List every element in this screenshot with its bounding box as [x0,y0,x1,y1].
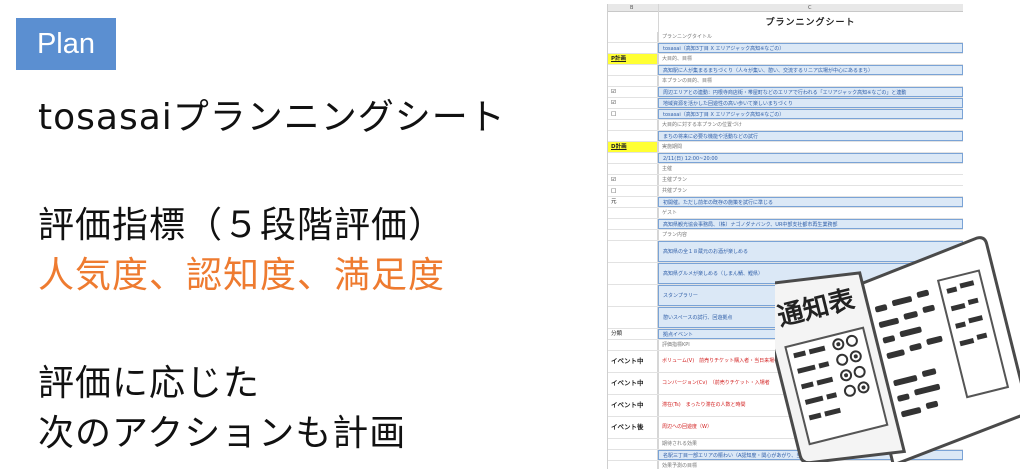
sheet-cell-c: 主催 [662,166,673,172]
sheet-cell-b [608,340,658,350]
sheet-cell-c: 効果予測の目標 [662,463,698,469]
column-header: B C [608,4,963,12]
sheet-cell-b [608,76,658,86]
sheet-cell-c: 地域資源を活かした回遊性の高い歩いて楽しいまちづくり [658,98,963,108]
sheet-cell-c: 実施期間 [662,144,683,150]
sheet-cell-c: まちの将来に必要な機能や活動などの試行 [658,131,963,141]
sheet-row: 高知県観光協会事務局、（株）ナゴノダナバンク、UR中部支社都市再生業務部 [608,219,963,230]
sheet-cell-b: ☑ [608,175,658,185]
sheet-cell-c: プランニングタイトル [662,34,713,40]
action-line-1: 評価に応じた [38,363,261,404]
sheet-cell-b [608,153,658,163]
sheet-row: 効果予測の目標 [608,461,963,469]
sheet-cell-c: ゲスト [662,210,678,216]
sheet-row: ゲスト [608,208,963,219]
report-card-icon: 通知表 [775,236,1020,462]
sheet-row: 元初開催。ただし前年の既存の施策を試行に準じる [608,197,963,208]
sheet-row: ☑ 地域資源を活かした回遊性の高い歩いて楽しいまちづくり [608,98,963,109]
sheet-cell-b: P計画 [608,54,658,64]
title-line: tosasaiプランニングシート [38,97,506,138]
sheet-row: 大目的に対する本プランの位置づけ [608,120,963,131]
sheet-cell-c: 共催プラン [662,188,688,194]
sheet-row: 2/11(日) 12:00~20:00 [608,153,963,164]
sheet-row: □ 共催プラン [608,186,963,197]
sheet-cell-b: 分類 [608,329,658,339]
sheet-cell-b: ☑ [608,87,658,97]
sheet-cell-b [608,263,658,284]
sheet-row: D計画 実施期間 [608,142,963,153]
column-b-label: B [630,5,634,11]
sheet-cell-c: tosasai（高知3丁目 X エリアジャック高知※なごの） [658,43,963,53]
sheet-row: 高知駅に人が集まるまちづくり（人々が集い、憩い、交流するリニア広場が中心にあるま… [608,65,963,76]
sheet-row: ☑ 主催プラン [608,175,963,186]
sheet-row: tosasai（高知3丁目 X エリアジャック高知※なごの） [608,43,963,54]
sheet-cell-b [608,65,658,75]
sheet-cell-b: イベント中 [608,395,658,416]
sheet-cell-b [608,439,658,449]
sheet-cell-b: □ [608,109,658,119]
sheet-cell-b [608,461,658,469]
sheet-cell-b [608,131,658,141]
sheet-row: P計画 大目的、目標 [608,54,963,65]
sheet-cell-b [608,450,658,460]
sheet-cell-c: 大目的に対する本プランの位置づけ [662,122,743,128]
sheet-row: □ tosasai（高知3丁目 X エリアジャック高知※なごの） [608,109,963,120]
action-line-2: 次のアクションも計画 [38,413,407,454]
sheet-cell-b [608,208,658,218]
sheet-cell-b [608,43,658,53]
sheet-cell-c: tosasai（高知3丁目 X エリアジャック高知※なごの） [658,109,963,119]
sheet-cell-b [608,120,658,130]
kpi-items-line: 人気度、認知度、満足度 [38,255,446,296]
sheet-row: 本プランの目的、目標 [608,76,963,87]
sheet-cell-c: 主催プラン [662,177,688,183]
sheet-cell-c: 高知県観光協会事務局、（株）ナゴノダナバンク、UR中部支社都市再生業務部 [658,219,963,229]
sheet-cell-b: イベント中 [608,373,658,394]
sheet-cell-b [608,219,658,229]
sheet-row: まちの将来に必要な機能や活動などの試行 [608,131,963,142]
sheet-cell-b [608,285,658,306]
sheet-cell-b: イベント中 [608,351,658,372]
sheet-cell-b [608,230,658,240]
sheet-cell-c: 初開催。ただし前年の既存の施策を試行に準じる [658,197,963,207]
sheet-cell-b: □ [608,186,658,196]
sheet-cell-c: 2/11(日) 12:00~20:00 [658,153,963,163]
sheet-cell-b: D計画 [608,142,658,152]
plan-badge: Plan [16,18,116,70]
sheet-cell-c: 大目的、目標 [662,56,693,62]
sheet-title: プランニングシート [765,18,856,28]
sheet-cell-b: イベント後 [608,417,658,438]
sheet-cell-b [608,241,658,262]
sheet-cell-c: 周辺エリアとの連動：円根寺商店街・帯屋町などのエリアで行われる「エリアジャック高… [658,87,963,97]
sheet-row: プランニングタイトル [608,32,963,43]
sheet-row: 主催 [608,164,963,175]
column-c-label: C [808,5,812,11]
sheet-cell-b [608,164,658,174]
sheet-row: ☑ 周辺エリアとの連動：円根寺商店街・帯屋町などのエリアで行われる「エリアジャック… [608,87,963,98]
sheet-cell-b [608,32,658,42]
sheet-cell-b: ☑ [608,98,658,108]
sheet-cell-c: 本プランの目的、目標 [662,78,713,84]
kpi-heading-line: 評価指標（５段階評価） [38,205,446,246]
sheet-cell-b [608,307,658,328]
sheet-cell-b: 元 [608,197,658,207]
sheet-cell-c: 高知駅に人が集まるまちづくり（人々が集い、憩い、交流するリニア広場が中心にあるま… [658,65,963,75]
